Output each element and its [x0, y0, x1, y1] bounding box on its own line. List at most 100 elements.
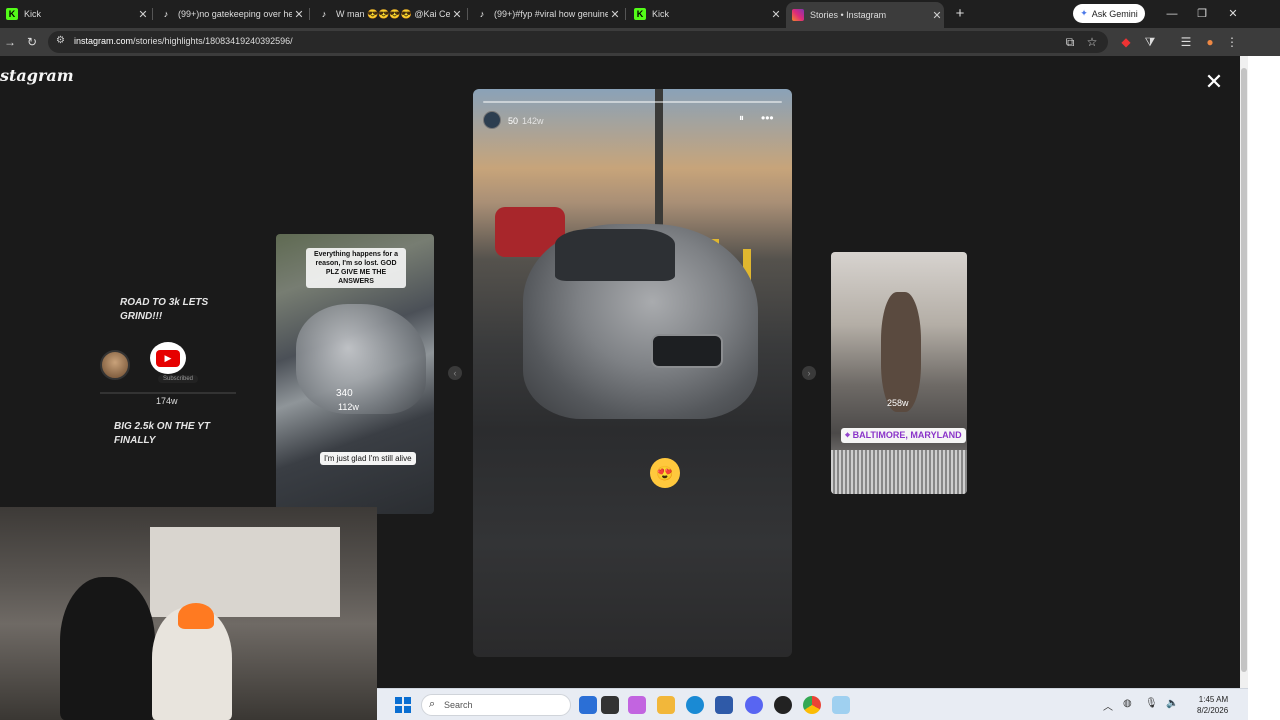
story-progress-bar: [483, 101, 782, 103]
previous-story-preview-2[interactable]: ROAD TO 3k LETS GRIND!!! ▶ Subscribed 17…: [98, 236, 240, 498]
close-tab-icon[interactable]: ✕: [292, 8, 306, 21]
scrollbar-thumb[interactable]: [1241, 68, 1247, 672]
volume-icon[interactable]: 🔈: [1166, 698, 1178, 709]
kick-icon: K: [6, 8, 18, 20]
close-tab-icon[interactable]: ✕: [930, 9, 944, 22]
search-highlight-icon[interactable]: [579, 696, 597, 714]
previous-story-preview-1[interactable]: Everything happens for a reason, I'm so …: [276, 234, 434, 514]
reload-icon[interactable]: ↻: [22, 32, 42, 52]
tab-tiktok-1[interactable]: ♪ (99+)no gatekeeping over here ✕: [154, 2, 306, 26]
search-icon: ⌕: [429, 698, 436, 710]
webcam-room: [150, 527, 340, 617]
tiktok-icon: ♪: [321, 9, 327, 19]
forward-icon[interactable]: →: [0, 32, 20, 52]
tab-title: Stories • Instagram: [810, 10, 887, 20]
story-view-count: 340: [336, 388, 353, 399]
taskbar-search[interactable]: ⌕ Search: [421, 694, 571, 716]
extension-red-icon[interactable]: ◆: [1116, 32, 1136, 52]
instagram-logo[interactable]: stagram: [0, 66, 74, 85]
tab-title: Kick: [24, 9, 42, 19]
story-age: 174w: [156, 396, 178, 406]
close-window-icon[interactable]: ✕: [1221, 4, 1245, 24]
story-text-sticker: I'm just glad I'm still alive: [320, 452, 416, 465]
tab-title: (99+)#fyp #viral how genuine is: [494, 9, 608, 19]
more-options-icon[interactable]: •••: [761, 111, 774, 125]
url-text[interactable]: instagram.com/stories/highlights/1808341…: [74, 36, 293, 46]
kick-icon: K: [634, 8, 646, 20]
windows-start-icon[interactable]: [395, 697, 411, 713]
store-icon[interactable]: [715, 696, 733, 714]
next-story-preview-1[interactable]: 258w ⌖ BALTIMORE, MARYLAND: [831, 252, 967, 494]
new-tab-button[interactable]: +: [950, 4, 970, 24]
reading-list-icon[interactable]: ☰: [1176, 32, 1196, 52]
chrome-icon[interactable]: [803, 696, 821, 714]
story-timestamp: 142w: [522, 116, 544, 126]
task-view-icon[interactable]: [601, 696, 619, 714]
close-tab-icon[interactable]: ✕: [450, 8, 464, 21]
story-photo: [881, 292, 921, 412]
windows-taskbar: ⌕ Search ︿ ◍ 🎙 🔈 1:45 AM 8/2/2026: [377, 688, 1248, 720]
obs-icon[interactable]: [774, 696, 792, 714]
app-icon[interactable]: [832, 696, 850, 714]
tab-instagram-stories[interactable]: Stories • Instagram ✕: [786, 2, 944, 28]
close-icon[interactable]: ✕: [1202, 70, 1226, 94]
minimize-icon[interactable]: —: [1160, 4, 1184, 24]
story-username[interactable]: 50: [508, 116, 518, 126]
tab-title: Kick: [652, 9, 670, 19]
tiktok-icon: ♪: [479, 9, 485, 19]
tab-tiktok-3[interactable]: ♪ (99+)#fyp #viral how genuine is ✕: [470, 2, 622, 26]
next-story-chevron-icon[interactable]: ›: [802, 366, 816, 380]
pause-icon[interactable]: ⏸: [739, 113, 744, 124]
network-icon[interactable]: ◍: [1123, 698, 1132, 709]
file-explorer-icon[interactable]: [657, 696, 675, 714]
close-tab-icon[interactable]: ✕: [136, 8, 150, 21]
site-info-icon[interactable]: ⚙: [56, 35, 65, 46]
close-tab-icon[interactable]: ✕: [769, 8, 783, 21]
story-text-top: ROAD TO 3k LETS GRIND!!!: [120, 297, 209, 322]
taskbar-clock[interactable]: 1:45 AM 8/2/2026: [1197, 694, 1228, 716]
tab-kick-1[interactable]: K Kick ✕: [0, 2, 150, 26]
discord-icon[interactable]: [745, 696, 763, 714]
edge-icon[interactable]: [686, 696, 704, 714]
clock-time: 1:45 AM: [1198, 695, 1229, 704]
story-photo-pole: [655, 89, 663, 239]
story-age: 258w: [887, 398, 909, 408]
avatar: [100, 350, 130, 380]
close-tab-icon[interactable]: ✕: [608, 8, 622, 21]
story-age: 112w: [338, 402, 359, 412]
story-photo-grille: [651, 334, 723, 368]
restore-icon[interactable]: ❐: [1190, 4, 1214, 24]
tab-kick-2[interactable]: K Kick ✕: [628, 2, 783, 26]
ask-gemini-label: Ask Gemini: [1091, 8, 1138, 19]
youtube-icon: ▶: [150, 342, 186, 374]
page-scrollbar[interactable]: [1240, 56, 1248, 688]
profile-avatar-icon[interactable]: ●: [1200, 32, 1220, 52]
tab-tiktok-2[interactable]: ♪ W man 😎😎😎😎 @Kai Cenat ✕: [312, 2, 464, 26]
search-placeholder: Search: [444, 700, 473, 710]
tab-title: (99+)no gatekeeping over here: [178, 9, 292, 19]
location-pin-icon: ⌖: [845, 430, 851, 440]
story-photo: [296, 304, 426, 414]
extensions-puzzle-icon[interactable]: ⧩: [1140, 32, 1160, 52]
instagram-icon: [792, 9, 804, 21]
avatar[interactable]: [483, 111, 501, 129]
story-photo-windshield: [555, 229, 675, 281]
ask-gemini-button[interactable]: ✦ Ask Gemini: [1073, 4, 1145, 23]
current-story[interactable]: 50 142w ⏸ ••• 😍: [473, 89, 792, 657]
address-bar[interactable]: ⚙ instagram.com/stories/highlights/18083…: [48, 31, 1108, 53]
tray-chevron-icon[interactable]: ︿: [1103, 698, 1113, 713]
browser-menu-icon[interactable]: ⋮: [1222, 32, 1242, 52]
gemini-sparkle-icon: ✦: [1080, 8, 1088, 18]
browser-toolbar: → ↻ ⚙ instagram.com/stories/highlights/1…: [0, 28, 1280, 56]
microphone-icon[interactable]: 🎙: [1145, 698, 1158, 709]
browser-tab-bar: K Kick ✕ ♪ (99+)no gatekeeping over here…: [0, 0, 1280, 28]
story-photo-floor: [831, 450, 967, 494]
copilot-icon[interactable]: [628, 696, 646, 714]
install-app-icon[interactable]: ⧉: [1060, 32, 1080, 52]
clock-date: 8/2/2026: [1197, 706, 1229, 715]
webcam-orange-hat: [178, 603, 214, 629]
bookmark-star-icon[interactable]: ☆: [1082, 32, 1102, 52]
heart-eyes-emoji-sticker: 😍: [650, 458, 680, 488]
location-sticker: ⌖ BALTIMORE, MARYLAND: [841, 428, 966, 443]
previous-story-chevron-icon[interactable]: ‹: [448, 366, 462, 380]
